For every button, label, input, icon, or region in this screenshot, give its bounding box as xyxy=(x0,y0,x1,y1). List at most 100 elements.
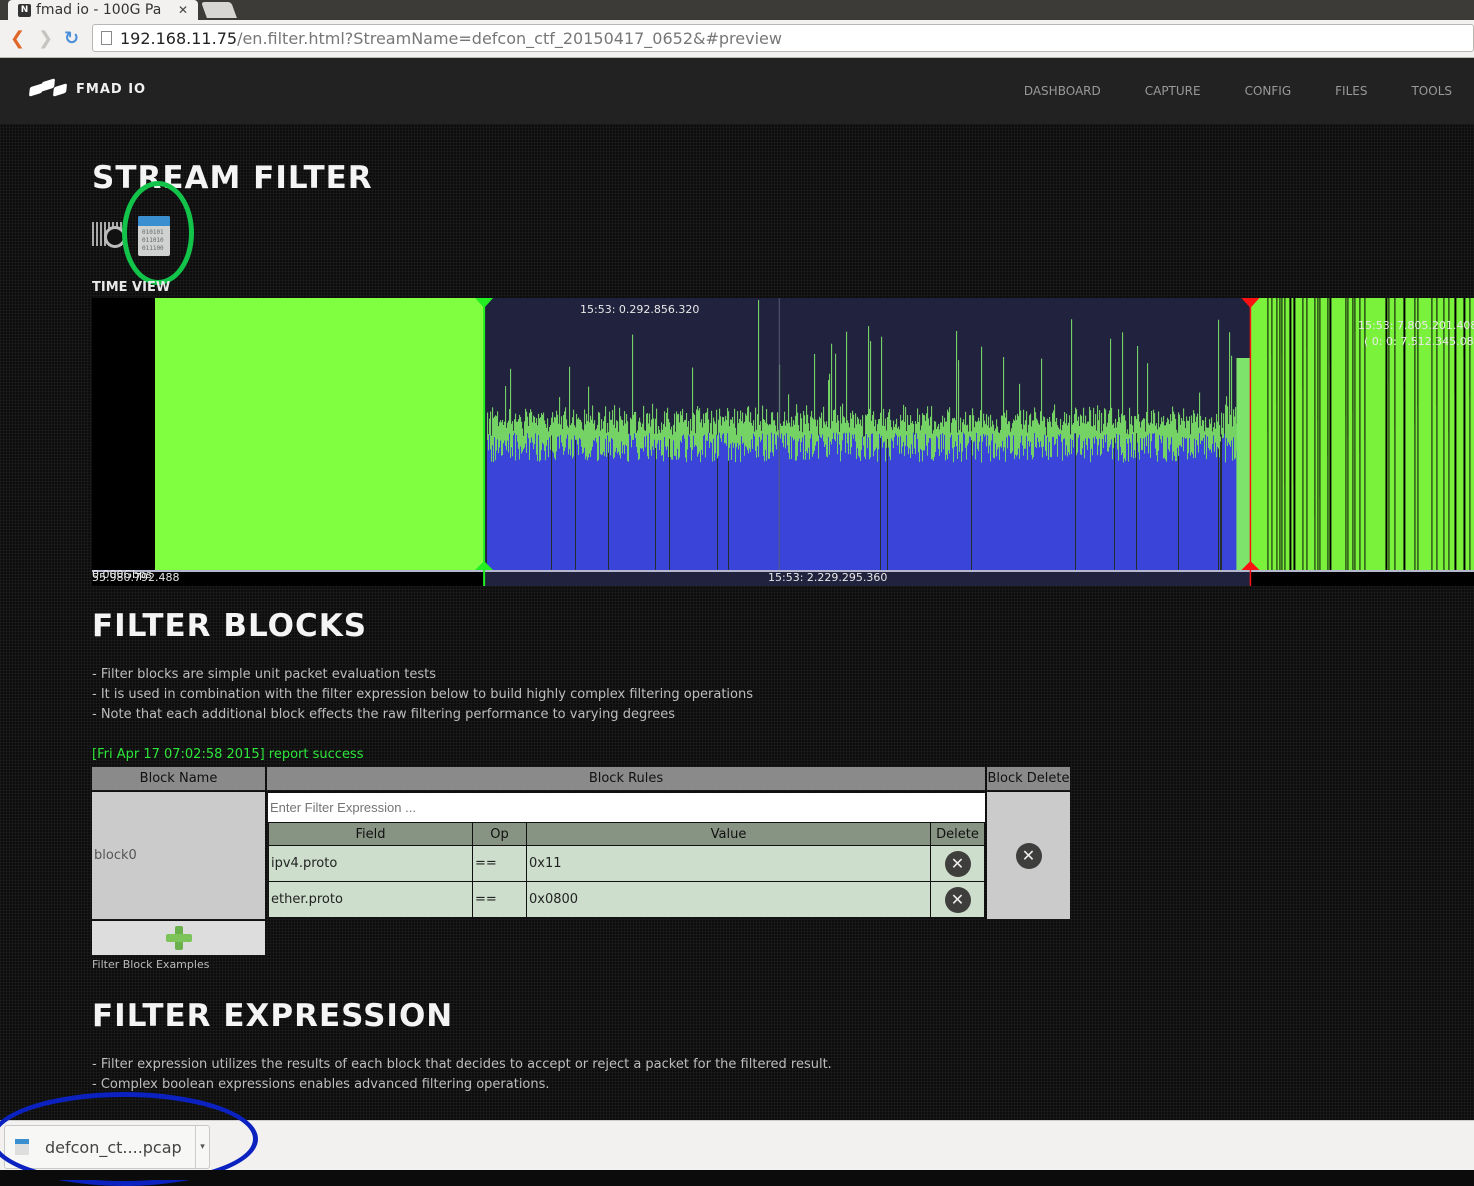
filtered-bar xyxy=(593,440,595,570)
filtered-bar xyxy=(780,438,782,570)
reload-icon[interactable]: ↻ xyxy=(64,28,79,49)
filtered-bar xyxy=(667,446,669,570)
filtered-bar xyxy=(815,445,817,570)
filtered-bar xyxy=(946,454,948,570)
filtered-bar xyxy=(678,459,680,570)
filtered-bar xyxy=(852,434,854,570)
filtered-bar xyxy=(704,434,706,570)
filtered-bar xyxy=(973,442,975,570)
filtered-bar xyxy=(618,451,620,570)
rule-field[interactable]: ipv4.proto xyxy=(268,845,473,882)
filtered-bar xyxy=(1073,447,1075,570)
brand-name: FMAD IO xyxy=(76,81,147,97)
filtered-bar xyxy=(992,433,994,570)
filtered-bar xyxy=(1058,434,1060,570)
post-selection-bar xyxy=(1274,298,1276,570)
post-selection-bar xyxy=(1350,298,1352,570)
filtered-bar xyxy=(598,459,600,570)
filter-expression-title: FILTER EXPRESSION xyxy=(92,998,454,1034)
filtered-bar xyxy=(963,432,965,570)
filtered-bar xyxy=(1097,455,1099,570)
filtered-bar xyxy=(1078,437,1080,570)
rule-op[interactable]: == xyxy=(472,881,527,918)
filtered-bar xyxy=(1228,442,1230,570)
post-selection-bar xyxy=(1321,298,1323,570)
time-view-chart[interactable]: 15:53: 0.292.856.320 15:53: 7.805.201.40… xyxy=(92,298,1474,586)
post-selection-bar xyxy=(1325,298,1327,570)
filtered-bar xyxy=(759,436,761,570)
filtered-bar xyxy=(976,432,978,570)
filtered-bar xyxy=(888,447,890,570)
filtered-bar xyxy=(1226,437,1228,570)
delete-rule-icon[interactable]: ✕ xyxy=(944,886,971,913)
post-selection-bar xyxy=(1360,298,1362,570)
site-favicon-icon: N xyxy=(18,3,31,17)
filtered-bar xyxy=(783,447,785,570)
filtered-bar xyxy=(575,439,577,570)
filtered-bar xyxy=(1169,451,1171,570)
rule-value[interactable]: 0x0800 xyxy=(526,881,931,918)
forward-arrow-icon[interactable]: ❯ xyxy=(38,28,53,49)
post-selection-bar xyxy=(1254,298,1256,570)
filtered-bar xyxy=(1202,440,1204,570)
filtered-bar xyxy=(1176,461,1178,570)
rule-op[interactable]: == xyxy=(472,845,527,882)
nav-files[interactable]: FILES xyxy=(1313,84,1389,98)
filtered-bar xyxy=(990,461,992,570)
filtered-bar xyxy=(708,432,710,570)
filtered-bar xyxy=(1099,438,1101,570)
filtered-bar xyxy=(521,453,523,570)
filtered-bar xyxy=(1227,445,1229,570)
time-view-svg[interactable] xyxy=(92,298,1474,586)
nav-tools[interactable]: TOOLS xyxy=(1389,84,1474,98)
filtered-bar xyxy=(668,457,670,570)
filtered-bar xyxy=(674,455,676,570)
filtered-bar xyxy=(880,437,882,570)
filtered-bar xyxy=(1208,447,1210,570)
filtered-bar xyxy=(1071,454,1073,570)
filtered-bar xyxy=(972,455,974,570)
filtered-bar xyxy=(857,448,859,570)
nav-config[interactable]: CONFIG xyxy=(1223,84,1314,98)
post-selection-bar xyxy=(1313,298,1315,570)
filtered-bar xyxy=(1037,437,1039,570)
browser-tab-strip: N fmad io - 100G Pa ✕ xyxy=(0,0,1474,20)
rule-delete-cell: ✕ xyxy=(930,845,985,882)
filter-block-examples-link[interactable]: Filter Block Examples xyxy=(92,958,209,971)
nav-dashboard[interactable]: DASHBOARD xyxy=(1002,84,1123,98)
rule-field[interactable]: ether.proto xyxy=(268,881,473,918)
filtered-bar xyxy=(1101,454,1103,570)
filtered-bar xyxy=(601,455,603,570)
brand-logo[interactable]: FMAD IO xyxy=(28,78,147,98)
post-selection-bar xyxy=(1300,298,1302,570)
filtered-bar xyxy=(748,453,750,570)
filtered-bar xyxy=(496,450,498,570)
filtered-bar xyxy=(1080,454,1082,570)
add-block-button[interactable] xyxy=(92,921,265,955)
delete-block-icon[interactable]: ✕ xyxy=(1015,842,1042,869)
post-selection-bar xyxy=(1358,298,1360,570)
post-selection-bar xyxy=(1253,298,1255,570)
filtered-bar xyxy=(1229,444,1231,570)
new-tab-button[interactable] xyxy=(201,2,237,18)
filtered-bar xyxy=(1195,457,1197,570)
filtered-bar xyxy=(862,436,864,570)
filter-expression-input[interactable] xyxy=(268,793,985,822)
address-bar[interactable]: 192.168.11.75/en.filter.html?StreamName=… xyxy=(92,24,1474,52)
filtered-bar xyxy=(927,455,929,570)
nav-capture[interactable]: CAPTURE xyxy=(1123,84,1223,98)
filtered-bar xyxy=(743,442,745,570)
filtered-bar xyxy=(563,454,565,570)
filtered-bar xyxy=(874,451,876,570)
rule-value[interactable]: 0x11 xyxy=(526,845,931,882)
filtered-bar xyxy=(925,434,927,570)
block-name-cell[interactable]: block0 xyxy=(92,792,265,919)
back-arrow-icon[interactable]: ❮ xyxy=(10,28,25,49)
tab-close-icon[interactable]: ✕ xyxy=(178,3,192,17)
post-selection-bar xyxy=(1307,298,1309,570)
filtered-bar xyxy=(921,450,923,570)
delete-rule-icon[interactable]: ✕ xyxy=(944,850,971,877)
filtered-bar xyxy=(571,439,573,570)
browser-tab[interactable]: N fmad io - 100G Pa ✕ xyxy=(8,0,198,20)
filtered-bar xyxy=(811,433,813,570)
